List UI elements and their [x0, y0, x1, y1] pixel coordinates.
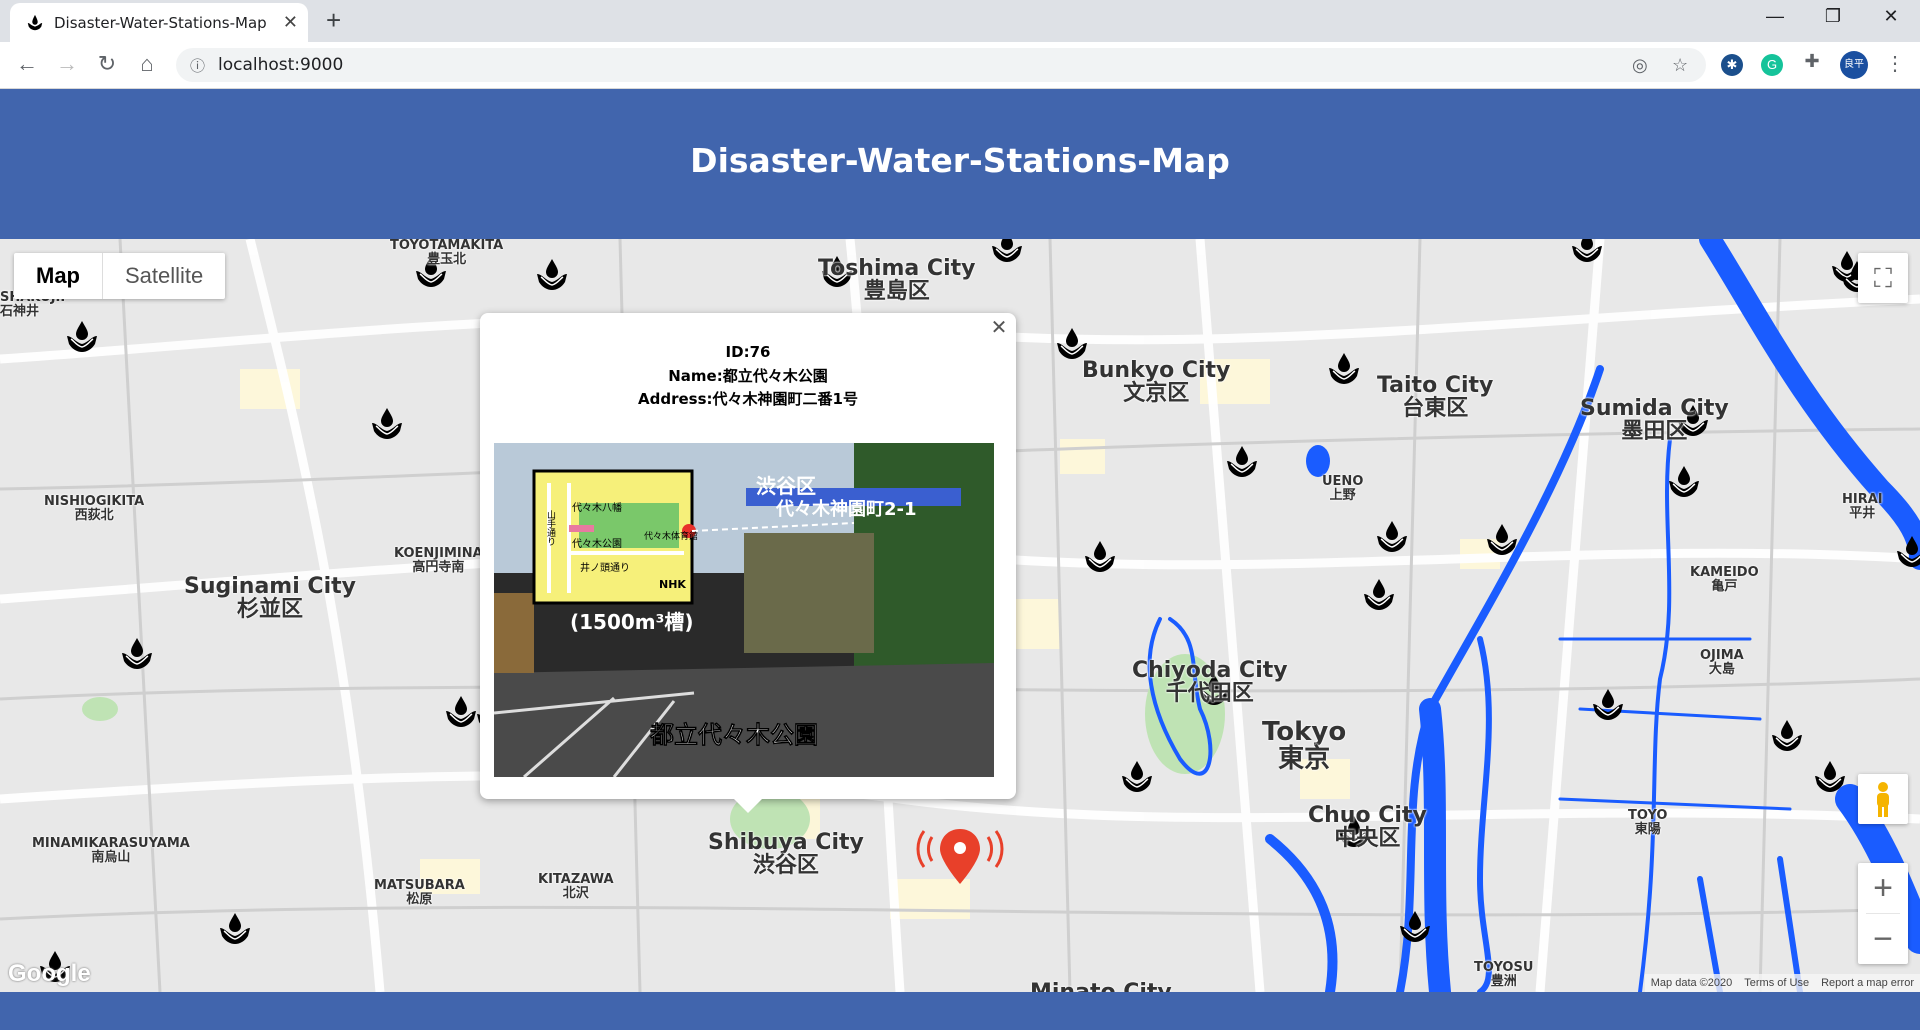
- forward-arrow-icon[interactable]: →: [52, 51, 82, 77]
- terms-of-use-link[interactable]: Terms of Use: [1738, 974, 1815, 992]
- photo-inset-nhk: NHK: [659, 578, 686, 591]
- bookmark-star-icon[interactable]: ☆: [1672, 55, 1688, 76]
- url-text: localhost:9000: [218, 55, 344, 75]
- photo-inset-inokashira: 井ノ頭通り: [580, 561, 630, 574]
- tab-close-icon[interactable]: ✕: [283, 12, 298, 33]
- address-bar[interactable]: ⓘ localhost:9000 ◎ ☆: [176, 48, 1706, 82]
- photo-inset-koen: 代々木公園: [572, 538, 622, 550]
- grammarly-icon[interactable]: G: [1761, 54, 1783, 76]
- map-label: KOENJIMINA 高円寺南: [394, 546, 483, 575]
- map-label: TOYOSU 豊洲: [1474, 960, 1534, 989]
- fullscreen-icon[interactable]: ⛶: [1858, 253, 1908, 303]
- info-window-close-icon[interactable]: ✕: [988, 315, 1010, 340]
- page-header: Disaster-Water-Stations-Map: [0, 89, 1920, 239]
- zoom-in-icon[interactable]: +: [1858, 863, 1908, 913]
- map-canvas[interactable]: TOYOTAMAKITA豊玉北 Toshima City豊島区 SHAKUJII…: [0, 239, 1920, 992]
- station-photo: 渋谷区 代々木神園町2-1 山手通り 代々木八幡 代々木公園 井ノ頭通り 代々木…: [494, 443, 994, 777]
- map-label: Minato City: [1030, 981, 1172, 992]
- water-station-favicon-icon: [27, 14, 43, 31]
- map-label: Shibuya City 渋谷区: [708, 830, 864, 879]
- location-icon[interactable]: ◎: [1632, 55, 1648, 76]
- browser-toolbar: ← → ↻ ⌂ ⓘ localhost:9000 ◎ ☆ ✱ G ✚ 良平 ⋮: [0, 42, 1920, 89]
- zoom-control: + −: [1858, 863, 1908, 964]
- station-name: Name:都立代々木公園: [668, 367, 828, 385]
- photo-inset-taiikukan: 代々木体育館: [644, 530, 698, 542]
- map-label: MINAMIKARASUYAMA 南烏山: [32, 836, 190, 865]
- map-label: Sumida City 墨田区: [1580, 396, 1729, 445]
- photo-ward-text: 渋谷区: [756, 474, 816, 498]
- reload-icon[interactable]: ↻: [92, 51, 122, 77]
- extensions-puzzle-icon[interactable]: ✚: [1797, 51, 1827, 72]
- map-type-map-button[interactable]: Map: [14, 253, 103, 299]
- map-label: TOYO 東陽: [1628, 808, 1668, 837]
- map-label: Taito City 台東区: [1377, 373, 1494, 422]
- photo-caption-text: 都立代々木公園: [649, 721, 818, 749]
- station-id: ID:76: [725, 343, 771, 361]
- new-tab-icon[interactable]: +: [326, 5, 341, 36]
- map-label: Chuo City 中央区: [1308, 803, 1427, 852]
- station-info-window: ✕ ID:76 Name:都立代々木公園 Address:代々木神園町二番1号 …: [480, 313, 1016, 813]
- map-type-satellite-button[interactable]: Satellite: [103, 253, 225, 299]
- photo-inset-yamate: 山手通り: [545, 510, 556, 546]
- minimize-icon[interactable]: —: [1760, 6, 1790, 27]
- browser-tab-strip: Disaster-Water-Stations-Map ✕ + — ❐ ✕: [0, 0, 1920, 42]
- menu-dots-icon[interactable]: ⋮: [1880, 51, 1910, 76]
- site-info-icon[interactable]: ⓘ: [190, 55, 205, 76]
- map-label: Tokyo 東京: [1262, 717, 1347, 775]
- map-label: Suginami City 杉並区: [184, 574, 356, 623]
- profile-avatar[interactable]: 良平: [1840, 51, 1868, 79]
- back-arrow-icon[interactable]: ←: [12, 51, 42, 77]
- map-label: UENO 上野: [1322, 474, 1364, 503]
- map-label: Bunkyo City 文京区: [1082, 358, 1231, 407]
- map-label: Toshima City 豊島区: [818, 256, 976, 305]
- photo-inset-hachiman: 代々木八幡: [572, 501, 622, 514]
- photo-address-text: 代々木神園町2-1: [775, 498, 917, 520]
- page-footer-bar: [0, 992, 1920, 1030]
- home-icon[interactable]: ⌂: [132, 51, 162, 77]
- street-view-pegman-icon[interactable]: [1858, 774, 1908, 824]
- window-close-icon[interactable]: ✕: [1876, 6, 1906, 27]
- extension-icon[interactable]: ✱: [1721, 54, 1743, 76]
- map-label: HIRAI 平井: [1842, 492, 1883, 521]
- page-title: Disaster-Water-Stations-Map: [690, 141, 1230, 180]
- tab-title: Disaster-Water-Stations-Map: [54, 14, 267, 32]
- map-label: NISHIOGIKITA 西荻北: [44, 494, 145, 523]
- map-attribution: Map data ©2020 Terms of Use Report a map…: [1644, 974, 1920, 992]
- restore-icon[interactable]: ❐: [1818, 6, 1848, 27]
- google-logo: Google: [8, 960, 91, 987]
- map-label: MATSUBARA 松原: [374, 878, 465, 907]
- map-label: KAMEIDO 亀戸: [1690, 565, 1759, 594]
- map-type-control: Map Satellite: [14, 253, 226, 299]
- map-data-credit: Map data ©2020: [1650, 977, 1733, 989]
- map-label: Chiyoda City 千代田区: [1132, 658, 1288, 707]
- map-label: OJIMA 大島: [1700, 648, 1744, 677]
- station-address: Address:代々木神園町二番1号: [638, 390, 858, 408]
- report-map-error-link[interactable]: Report a map error: [1815, 974, 1920, 992]
- map-label: TOYOTAMAKITA 豊玉北: [390, 239, 504, 267]
- photo-tank-text: (1500m³槽): [570, 610, 694, 634]
- browser-tab[interactable]: Disaster-Water-Stations-Map ✕: [10, 3, 308, 42]
- zoom-out-icon[interactable]: −: [1858, 914, 1908, 964]
- map-label: KITAZAWA 北沢: [538, 872, 614, 901]
